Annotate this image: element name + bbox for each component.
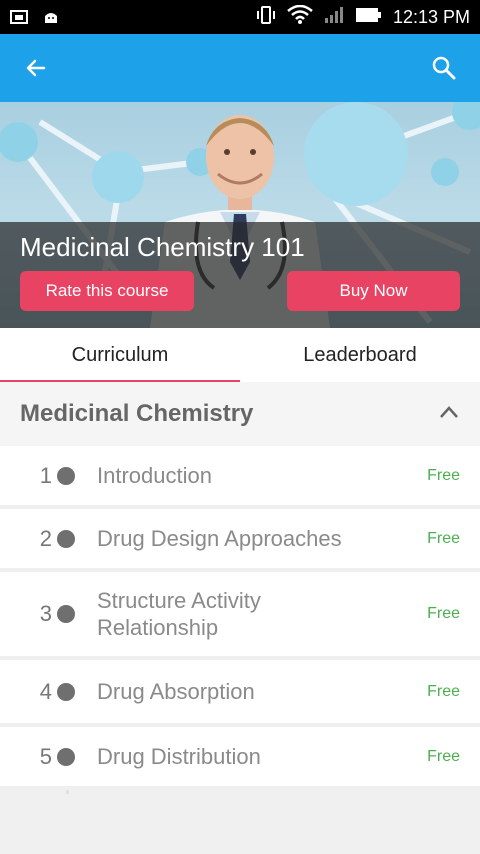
timeline-dot bbox=[57, 682, 75, 701]
timeline-dot bbox=[57, 605, 75, 623]
lesson-number: 2 bbox=[39, 525, 52, 551]
lesson-number: 4 bbox=[39, 678, 52, 704]
timeline-dot bbox=[57, 529, 75, 548]
lesson-row[interactable]: 4 Drug Absorption Free bbox=[0, 660, 480, 727]
back-arrow-icon[interactable] bbox=[18, 50, 54, 86]
rate-course-button[interactable]: Rate this course bbox=[20, 271, 194, 311]
section-header[interactable]: Medicinal Chemistry bbox=[0, 382, 480, 446]
signal-icon bbox=[323, 5, 345, 30]
lesson-title: Introduction bbox=[97, 463, 212, 488]
wifi-icon bbox=[287, 4, 313, 30]
lesson-row[interactable]: 3 Structure Activity Relationship Free bbox=[0, 572, 480, 660]
lesson-price: Free bbox=[427, 529, 460, 547]
lesson-list: 1 Introduction Free 2 Drug Design Approa… bbox=[0, 446, 480, 790]
lesson-price: Free bbox=[427, 466, 460, 484]
app-bar bbox=[0, 34, 480, 102]
timeline-dot bbox=[57, 747, 75, 766]
vibrate-icon bbox=[255, 5, 277, 30]
buy-now-button[interactable]: Buy Now bbox=[287, 271, 460, 311]
lesson-price: Free bbox=[427, 605, 460, 622]
lesson-price: Free bbox=[427, 682, 460, 700]
lesson-number: 5 bbox=[39, 743, 52, 769]
lesson-row[interactable]: 5 Drug Distribution Free bbox=[0, 727, 480, 790]
battery-icon bbox=[355, 6, 383, 29]
course-title: Medicinal Chemistry 101 bbox=[20, 232, 305, 262]
android-icon bbox=[42, 10, 60, 24]
chevron-up-icon[interactable] bbox=[438, 405, 460, 424]
lesson-title: Drug Absorption bbox=[97, 679, 255, 704]
lesson-number: 1 bbox=[39, 462, 52, 488]
tab-curriculum[interactable]: Curriculum bbox=[0, 328, 240, 383]
course-tabs: Curriculum Leaderboard bbox=[0, 328, 480, 383]
lesson-row[interactable]: 2 Drug Design Approaches Free bbox=[0, 509, 480, 572]
search-icon[interactable] bbox=[426, 50, 462, 86]
status-time: 12:13 PM bbox=[392, 6, 470, 27]
status-bar: 12:13 PM bbox=[0, 0, 480, 34]
course-hero: Medicinal Chemistry 101 Rate this course… bbox=[0, 102, 480, 328]
lesson-price: Free bbox=[427, 747, 460, 765]
tab-leaderboard[interactable]: Leaderboard bbox=[240, 328, 480, 382]
lesson-title: Drug Distribution bbox=[97, 744, 261, 769]
lesson-number: 3 bbox=[39, 601, 52, 626]
lesson-title: Structure Activity Relationship bbox=[97, 588, 261, 640]
timeline-dot bbox=[57, 466, 75, 485]
cast-icon bbox=[10, 10, 28, 24]
section-title: Medicinal Chemistry bbox=[20, 400, 254, 427]
lesson-title: Drug Design Approaches bbox=[97, 526, 342, 551]
lesson-row[interactable]: 1 Introduction Free bbox=[0, 446, 480, 509]
